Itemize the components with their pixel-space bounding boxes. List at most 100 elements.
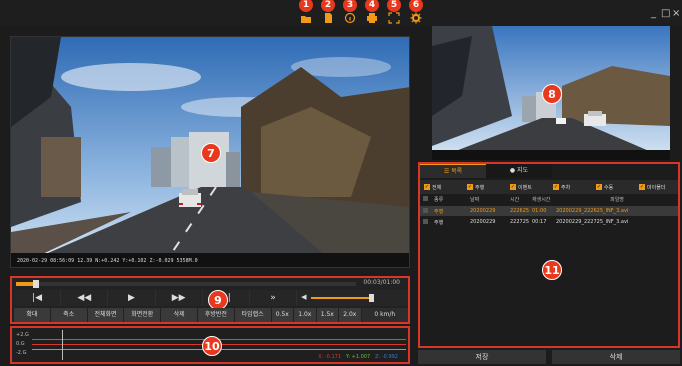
list-tabs: ☰ 목록 ● 지도 [420,164,678,178]
checkbox-checked-icon[interactable]: ✓ [424,184,430,190]
filter-parking[interactable]: ✓ 주차 [549,184,592,191]
volume-handle[interactable] [368,294,374,302]
g-sensor-readout: X: -0.171 Y: +1.007 Z: -0.992 [318,354,398,360]
g-readout-z: Z: -0.992 [375,354,398,360]
close-button[interactable]: × [672,8,680,19]
row-type: 주행 [434,219,444,226]
skip-start-button[interactable]: |◀ [14,290,62,306]
capture-icon[interactable]: 5 [387,0,401,24]
fast-forward-button[interactable]: ▶▶ [155,290,203,306]
filter-manual-label: 수동 [604,184,614,191]
rear-flip-button[interactable]: 후방반전 [197,308,234,322]
speed-2.0x-button[interactable]: 2.0x [339,308,361,322]
zoom-out-button[interactable]: 축소 [50,308,87,322]
timelapse-button[interactable]: 타임랩스 [234,308,271,322]
rear-camera-video[interactable]: 8 [432,26,670,160]
checkbox-icon [423,196,428,201]
header-duration: 재생시간 [532,197,551,203]
filter-all[interactable]: ✓ 전체 [420,184,463,191]
speed-up-button[interactable]: » [249,290,298,306]
info-icon[interactable]: 3 [343,0,357,24]
checkbox-icon [423,207,428,213]
tab-list-label: 목록 [451,168,463,175]
sd-card-icon[interactable]: 2 [321,0,335,23]
row-time: 222725 [510,219,530,225]
save-button[interactable]: 저장 [418,350,546,364]
row-type: 주행 [434,208,444,215]
settings-icon[interactable]: 6 [409,0,423,24]
speed-1.5x-button[interactable]: 1.5x [316,308,339,322]
front-camera-video[interactable]: 2020-02-29 08:56:09 12.39 N:+0.242 Y:+0.… [10,36,410,268]
checkbox-icon [423,218,428,224]
filter-event-label: 이벤트 [518,184,532,191]
folder-icon[interactable]: 1 [299,0,313,23]
video-osd-text: 2020-02-29 08:56:09 12.39 N:+0.242 Y:+0.… [17,258,198,264]
zoom-in-button[interactable]: 확대 [14,308,50,322]
seek-bar[interactable] [16,280,356,288]
play-button[interactable]: ▶ [108,290,156,306]
rewind-button[interactable]: ◀◀ [61,290,109,306]
volume-slider[interactable] [311,297,372,299]
volume-icon: ◀ [301,293,307,301]
row-checkbox[interactable] [420,207,434,215]
callout-badge-10: 10 [202,336,222,356]
graph-label-plus2: +2.G [16,332,29,338]
volume-control[interactable]: ◀ [297,290,408,306]
fullscreen-button[interactable]: 전체화면 [87,308,124,322]
recording-list-panel: ☰ 목록 ● 지도 ✓ 전체 ✓ 주행 ✓ 이벤트 ✓ 주차 ✓ 수동 ✓ 마이폴더 종류 … [418,162,680,348]
row-date: 20200229 [470,208,496,214]
speed-readout: 0 km/h [361,308,409,322]
function-buttons: 확대 축소 전체화면 화면전환 삭제 후방반전 타임랩스 0.5x 1.0x 1… [14,308,409,322]
filter-all-label: 전체 [432,184,442,191]
graph-label-minus2: -2.G [16,350,27,356]
table-row[interactable]: 주행 20200229 222625 01:00 20200229_222625… [420,206,678,216]
row-duration: 00:17 [532,219,547,225]
checkbox-checked-icon[interactable]: ✓ [510,184,516,190]
callout-badge-4: 4 [365,0,379,12]
header-checkbox[interactable] [420,196,434,205]
dashcam-viewer-window: 1 2 3 4 5 6 _ □ × 2020-02-29 08:56:09 12… [0,0,682,366]
map-pin-icon: ● [509,167,518,174]
header-date: 날짜 [470,197,480,203]
maximize-button[interactable]: □ [661,8,670,19]
row-duration: 01:00 [532,208,547,214]
filter-driving[interactable]: ✓ 주행 [463,184,506,191]
g-sensor-graph: +2.G 0.G -2.G 10 X: -0.171 Y: +1.007 Z: … [10,326,410,364]
speed-1.0x-button[interactable]: 1.0x [294,308,316,322]
callout-badge-2: 2 [321,0,335,12]
table-row[interactable]: 주행 20200229 222725 00:17 20200229_222725… [420,217,678,227]
callout-badge-3: 3 [343,0,357,12]
filter-myfolder[interactable]: ✓ 마이폴더 [635,184,678,191]
minimize-button[interactable]: _ [651,8,656,19]
callout-badge-8: 8 [542,84,562,104]
tab-map[interactable]: ● 지도 [486,164,552,178]
filter-manual[interactable]: ✓ 수동 [592,184,635,191]
filter-checkboxes: ✓ 전체 ✓ 주행 ✓ 이벤트 ✓ 주차 ✓ 수동 ✓ 마이폴더 [420,180,678,194]
delete-clip-button[interactable]: 삭제 [161,308,197,322]
row-checkbox[interactable] [420,218,434,226]
checkbox-checked-icon[interactable]: ✓ [553,184,559,190]
checkbox-checked-icon[interactable]: ✓ [596,184,602,190]
filter-myfolder-label: 마이폴더 [647,184,666,191]
print-icon[interactable]: 4 [365,0,379,23]
filter-parking-label: 주차 [561,184,571,191]
seek-progress [16,282,33,286]
row-filename: 20200229_222625_INF_3.avi [556,208,629,214]
row-date: 20200229 [470,219,496,225]
callout-badge-5: 5 [387,0,401,12]
playback-timecode: 00:03/01:00 [363,279,400,286]
header-time: 시간 [510,197,520,203]
row-filename: 20200229_222725_INF_3.avi [556,219,629,225]
playback-controls: 00:03/01:00 |◀ ◀◀ ▶ ▶▶ ▶| » ◀ 9 확대 축소 전체… [10,276,410,324]
switch-view-button[interactable]: 화면전환 [124,308,161,322]
speed-0.5x-button[interactable]: 0.5x [271,308,294,322]
filter-event[interactable]: ✓ 이벤트 [506,184,549,191]
seek-handle[interactable] [33,280,39,288]
checkbox-checked-icon[interactable]: ✓ [467,184,473,190]
graph-cursor [62,330,63,360]
tab-list[interactable]: ☰ 목록 [420,164,486,178]
filter-driving-label: 주행 [475,184,485,191]
delete-button[interactable]: 삭제 [552,350,680,364]
callout-badge-1: 1 [299,0,313,12]
checkbox-checked-icon[interactable]: ✓ [639,184,645,190]
